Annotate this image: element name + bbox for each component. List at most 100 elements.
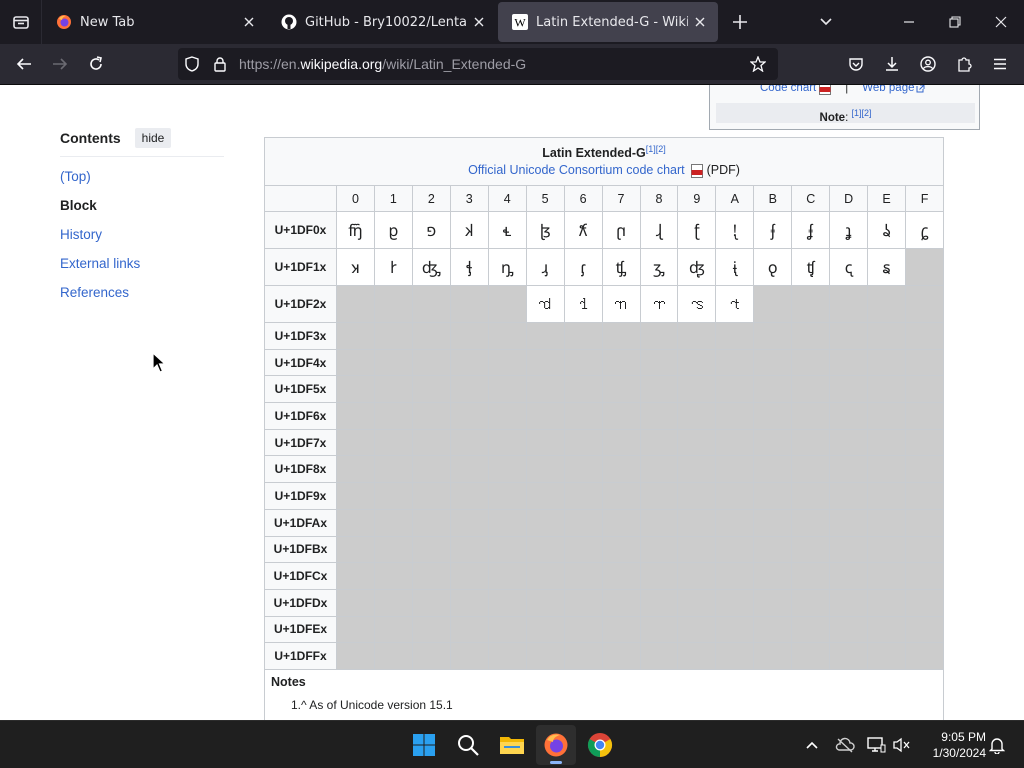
search-button[interactable] bbox=[448, 725, 488, 765]
code-point-cell[interactable]: 𝼘 bbox=[639, 248, 679, 286]
tab-list-button[interactable] bbox=[0, 0, 42, 44]
unassigned-cell bbox=[563, 588, 603, 617]
tab-wikipedia[interactable]: W Latin Extended-G - Wikipedia bbox=[498, 2, 718, 42]
back-button[interactable] bbox=[8, 48, 40, 80]
volume-button[interactable] bbox=[890, 733, 914, 757]
url-text[interactable]: https://en.wikipedia.org/wiki/Latin_Exte… bbox=[239, 48, 526, 80]
code-point-cell[interactable]: 𝼐 bbox=[336, 248, 375, 286]
code-point-cell[interactable]: 𝼉 bbox=[677, 211, 717, 249]
title-refs[interactable]: [1][2] bbox=[646, 144, 666, 154]
row-header: U+1DF9x bbox=[264, 482, 337, 510]
code-point-cell[interactable]: 𝼕 bbox=[525, 248, 565, 286]
onedrive-button[interactable] bbox=[833, 733, 857, 757]
toc-hide-button[interactable]: hide bbox=[134, 127, 172, 148]
close-window-button[interactable] bbox=[978, 0, 1024, 44]
network-button[interactable] bbox=[864, 733, 888, 757]
app-menu-button[interactable] bbox=[984, 48, 1016, 80]
lock-icon[interactable] bbox=[212, 56, 228, 72]
pocket-button[interactable] bbox=[840, 48, 872, 80]
code-point-cell[interactable]: 𝼨 bbox=[639, 285, 679, 323]
code-point-cell[interactable]: 𝼔 bbox=[487, 248, 527, 286]
toc-item-external-links[interactable]: External links bbox=[60, 256, 140, 271]
tracking-protection-icon[interactable] bbox=[184, 56, 200, 72]
address-bar[interactable]: https://en.wikipedia.org/wiki/Latin_Exte… bbox=[178, 48, 778, 80]
notifications-button[interactable] bbox=[985, 733, 1009, 757]
code-point-cell[interactable]: 𝼖 bbox=[563, 248, 603, 286]
code-point-cell[interactable]: 𝼛 bbox=[753, 248, 793, 286]
code-point-cell[interactable]: 𝼅 bbox=[525, 211, 565, 249]
code-point-cell[interactable]: 𝼄 bbox=[487, 211, 527, 249]
unassigned-cell bbox=[753, 535, 793, 564]
web-page-link[interactable]: Web page bbox=[862, 85, 914, 94]
table-row: U+1DFCx bbox=[264, 562, 944, 590]
firefox-icon bbox=[544, 733, 568, 757]
restore-button[interactable] bbox=[932, 0, 978, 44]
code-point-cell[interactable]: 𝼊 bbox=[715, 211, 755, 249]
unassigned-cell bbox=[753, 588, 793, 617]
code-point-cell[interactable]: 𝼗 bbox=[601, 248, 641, 286]
chrome-button[interactable] bbox=[580, 725, 620, 765]
code-point-cell[interactable]: 𝼆 bbox=[563, 211, 603, 249]
forward-button[interactable] bbox=[44, 48, 76, 80]
unassigned-cell bbox=[563, 642, 603, 670]
extensions-button[interactable] bbox=[948, 48, 980, 80]
official-code-chart-link[interactable]: Official Unicode Consortium code chart bbox=[468, 163, 685, 177]
infobox: Code chart | Web page Note: [1][2] bbox=[709, 85, 980, 130]
toc-item-top[interactable]: (Top) bbox=[60, 169, 91, 184]
unassigned-cell bbox=[715, 588, 755, 617]
code-point-cell[interactable]: 𝼂 bbox=[411, 211, 451, 249]
toc-item-references[interactable]: References bbox=[60, 285, 129, 300]
code-point-cell[interactable]: 𝼪 bbox=[715, 285, 755, 323]
system-clock[interactable]: 9:05 PM 1/30/2024 bbox=[920, 729, 986, 761]
close-icon[interactable] bbox=[467, 10, 491, 34]
reload-button[interactable] bbox=[80, 48, 112, 80]
code-point-cell[interactable]: 𝼧 bbox=[601, 285, 641, 323]
unassigned-cell bbox=[373, 285, 413, 323]
account-button[interactable] bbox=[912, 48, 944, 80]
code-point-cell[interactable]: 𝼍 bbox=[829, 211, 869, 249]
code-point-cell[interactable]: 𝼋 bbox=[753, 211, 793, 249]
unassigned-cell bbox=[791, 375, 831, 404]
close-icon[interactable] bbox=[237, 10, 261, 34]
note-refs[interactable]: [1][2] bbox=[851, 108, 871, 118]
minimize-button[interactable] bbox=[886, 0, 932, 44]
code-point-cell[interactable]: 𝼙 bbox=[677, 248, 717, 286]
code-point-cell[interactable]: 𝼏 bbox=[905, 211, 944, 249]
code-point-cell[interactable]: 𝼝 bbox=[829, 248, 869, 286]
code-point-cell[interactable]: 𝼞 bbox=[867, 248, 907, 286]
code-point-cell[interactable]: 𝼃 bbox=[449, 211, 489, 249]
code-chart-link[interactable]: Code chart bbox=[760, 85, 816, 94]
unassigned-cell bbox=[639, 642, 679, 670]
file-explorer-button[interactable] bbox=[492, 725, 532, 765]
restore-icon bbox=[949, 16, 961, 28]
code-point-cell[interactable]: 𝼩 bbox=[677, 285, 717, 323]
toc-item-history[interactable]: History bbox=[60, 227, 102, 242]
bookmark-star-icon[interactable] bbox=[750, 56, 766, 72]
code-point-cell[interactable]: 𝼇 bbox=[601, 211, 641, 249]
row-header: U+1DF8x bbox=[264, 455, 337, 484]
code-point-cell[interactable]: 𝼁 bbox=[373, 211, 413, 249]
code-point-cell[interactable]: 𝼌 bbox=[791, 211, 831, 249]
firefox-taskbar-button[interactable] bbox=[536, 725, 576, 765]
tab-github[interactable]: GitHub - Bry10022/Lentariso: Th bbox=[267, 2, 497, 42]
show-hidden-icons-button[interactable] bbox=[800, 733, 824, 757]
start-button[interactable] bbox=[404, 725, 444, 765]
unassigned-cell bbox=[449, 285, 489, 323]
unassigned-cell bbox=[411, 642, 451, 670]
code-point-cell[interactable]: 𝼥 bbox=[525, 285, 565, 323]
code-point-cell[interactable]: 𝼚 bbox=[715, 248, 755, 286]
close-icon[interactable] bbox=[688, 10, 712, 34]
code-point-cell[interactable]: 𝼓 bbox=[449, 248, 489, 286]
list-all-tabs-button[interactable] bbox=[803, 0, 849, 44]
code-point-cell[interactable]: 𝼦 bbox=[563, 285, 603, 323]
tab-new-tab[interactable]: New Tab bbox=[42, 2, 267, 42]
code-point-cell[interactable]: 𝼒 bbox=[411, 248, 451, 286]
code-point-cell[interactable]: 𝼎 bbox=[867, 211, 907, 249]
code-point-cell[interactable]: 𝼑 bbox=[373, 248, 413, 286]
toc-item-block[interactable]: Block bbox=[60, 198, 97, 213]
code-point-cell[interactable]: 𝼈 bbox=[639, 211, 679, 249]
code-point-cell[interactable]: 𝼀 bbox=[336, 211, 375, 249]
code-point-cell[interactable]: 𝼜 bbox=[791, 248, 831, 286]
downloads-button[interactable] bbox=[876, 48, 908, 80]
new-tab-button[interactable] bbox=[717, 0, 763, 44]
